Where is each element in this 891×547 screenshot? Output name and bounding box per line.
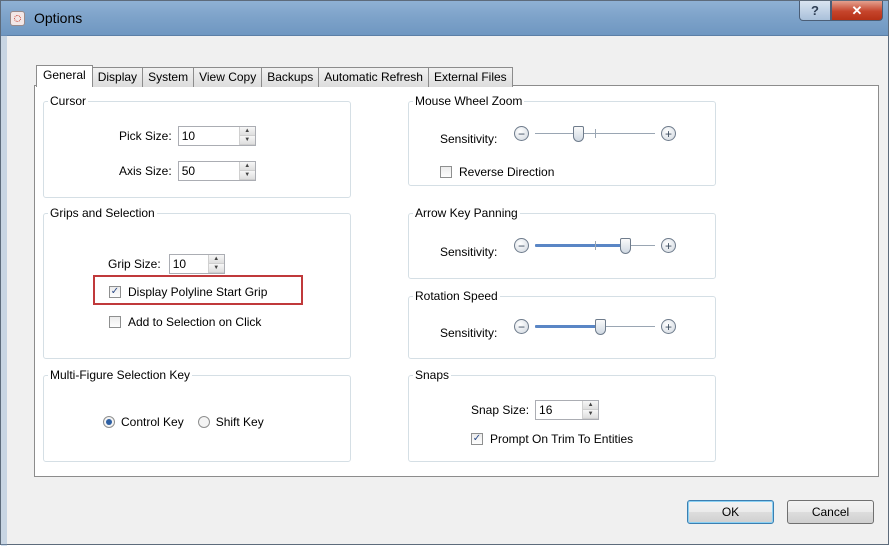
options-dialog: Options ? ✕ General Display System View … bbox=[0, 0, 889, 546]
grip-size-value[interactable]: 10 bbox=[170, 255, 189, 273]
spin-up-icon[interactable]: ▲ bbox=[208, 255, 224, 264]
grip-size-stepper[interactable]: 10 ▲ ▼ bbox=[168, 254, 225, 274]
add-on-click-checkbox[interactable] bbox=[109, 316, 121, 328]
multi-key-options: Control Key Shift Key bbox=[103, 415, 264, 429]
cursor-group: Cursor bbox=[43, 94, 351, 198]
tab-strip: General Display System View Copy Backups… bbox=[36, 65, 513, 87]
pick-size-row: Pick Size: 10 ▲ ▼ bbox=[119, 126, 256, 146]
slider-thumb[interactable] bbox=[573, 126, 584, 142]
snap-size-stepper[interactable]: 16 ▲ ▼ bbox=[535, 400, 600, 420]
spin-down-icon[interactable]: ▼ bbox=[239, 136, 255, 145]
rotation-increase-icon[interactable]: + bbox=[661, 319, 676, 334]
pick-size-arrows: ▲ ▼ bbox=[238, 127, 255, 145]
arrow-panning-sensitivity-label: Sensitivity: bbox=[440, 245, 498, 259]
reverse-direction-checkbox[interactable] bbox=[440, 166, 452, 178]
multi-key-legend: Multi-Figure Selection Key bbox=[50, 368, 191, 382]
axis-size-row: Axis Size: 50 ▲ ▼ bbox=[119, 161, 256, 181]
cancel-button[interactable]: Cancel bbox=[787, 500, 874, 524]
close-button[interactable]: ✕ bbox=[831, 1, 883, 21]
zoom-decrease-icon[interactable]: − bbox=[514, 126, 529, 141]
tab-view-copy[interactable]: View Copy bbox=[193, 67, 263, 87]
axis-size-value[interactable]: 50 bbox=[179, 162, 198, 180]
spin-up-icon[interactable]: ▲ bbox=[583, 401, 599, 410]
add-on-click-row[interactable]: Add to Selection on Click bbox=[109, 315, 261, 329]
rotation-sensitivity-label: Sensitivity: bbox=[440, 326, 498, 340]
spin-down-icon[interactable]: ▼ bbox=[208, 264, 224, 273]
add-on-click-label[interactable]: Add to Selection on Click bbox=[128, 315, 261, 329]
shift-key-label[interactable]: Shift Key bbox=[216, 415, 264, 429]
shift-key-radio[interactable] bbox=[197, 416, 210, 428]
mouse-zoom-slider[interactable]: − + bbox=[514, 126, 676, 142]
tab-automatic-refresh[interactable]: Automatic Refresh bbox=[318, 67, 429, 87]
axis-size-arrows: ▲ ▼ bbox=[238, 162, 255, 180]
snap-size-row: Snap Size: 16 ▲ ▼ bbox=[471, 400, 600, 420]
tab-external-files[interactable]: External Files bbox=[427, 67, 513, 87]
grips-legend: Grips and Selection bbox=[50, 206, 155, 220]
tab-backups[interactable]: Backups bbox=[261, 67, 320, 87]
snap-size-arrows: ▲ ▼ bbox=[582, 401, 599, 419]
mouse-zoom-track[interactable] bbox=[535, 126, 655, 142]
window-title: Options bbox=[34, 10, 83, 26]
control-key-radio[interactable] bbox=[103, 416, 115, 428]
window-frame bbox=[1, 35, 7, 546]
rotation-decrease-icon[interactable]: − bbox=[514, 319, 529, 334]
ok-button[interactable]: OK bbox=[687, 500, 774, 524]
spin-down-icon[interactable]: ▼ bbox=[583, 410, 599, 419]
mouse-zoom-legend: Mouse Wheel Zoom bbox=[415, 94, 523, 108]
pick-size-value[interactable]: 10 bbox=[179, 127, 198, 145]
app-icon bbox=[10, 11, 25, 26]
mouse-zoom-sensitivity-label: Sensitivity: bbox=[440, 132, 498, 146]
tab-display[interactable]: Display bbox=[91, 67, 144, 87]
spin-up-icon[interactable]: ▲ bbox=[239, 127, 255, 136]
snap-size-label: Snap Size: bbox=[471, 403, 530, 417]
zoom-increase-icon[interactable]: + bbox=[661, 126, 676, 141]
arrow-panning-slider[interactable]: − + bbox=[514, 238, 676, 254]
arrow-panning-track[interactable] bbox=[535, 238, 655, 254]
rotation-slider[interactable]: − + bbox=[514, 319, 676, 335]
snaps-legend: Snaps bbox=[415, 368, 450, 382]
rotation-legend: Rotation Speed bbox=[415, 289, 498, 303]
arrow-panning-legend: Arrow Key Panning bbox=[415, 206, 518, 220]
axis-size-stepper[interactable]: 50 ▲ ▼ bbox=[177, 161, 256, 181]
tab-system[interactable]: System bbox=[142, 67, 195, 87]
slider-thumb[interactable] bbox=[595, 319, 606, 335]
highlight-box bbox=[93, 275, 303, 305]
snap-size-value[interactable]: 16 bbox=[536, 401, 555, 419]
slider-thumb[interactable] bbox=[620, 238, 631, 254]
prompt-trim-checkbox[interactable]: ✓ bbox=[471, 433, 483, 445]
prompt-trim-row[interactable]: ✓ Prompt On Trim To Entities bbox=[471, 432, 633, 446]
cursor-legend: Cursor bbox=[50, 94, 87, 108]
pick-size-label: Pick Size: bbox=[119, 129, 172, 143]
rotation-track[interactable] bbox=[535, 319, 655, 335]
panning-decrease-icon[interactable]: − bbox=[514, 238, 529, 253]
pick-size-stepper[interactable]: 10 ▲ ▼ bbox=[177, 126, 256, 146]
grip-size-row: Grip Size: 10 ▲ ▼ bbox=[108, 254, 225, 274]
prompt-trim-label[interactable]: Prompt On Trim To Entities bbox=[490, 432, 633, 446]
panning-increase-icon[interactable]: + bbox=[661, 238, 676, 253]
spin-up-icon[interactable]: ▲ bbox=[239, 162, 255, 171]
tab-general[interactable]: General bbox=[36, 65, 93, 87]
reverse-direction-row[interactable]: Reverse Direction bbox=[440, 165, 554, 179]
help-button[interactable]: ? bbox=[799, 1, 831, 21]
axis-size-label: Axis Size: bbox=[119, 164, 172, 178]
grip-size-label: Grip Size: bbox=[108, 257, 161, 271]
reverse-direction-label[interactable]: Reverse Direction bbox=[459, 165, 554, 179]
control-key-label[interactable]: Control Key bbox=[121, 415, 184, 429]
spin-down-icon[interactable]: ▼ bbox=[239, 171, 255, 180]
grip-size-arrows: ▲ ▼ bbox=[207, 255, 224, 273]
title-bar[interactable]: Options ? ✕ bbox=[1, 1, 888, 36]
